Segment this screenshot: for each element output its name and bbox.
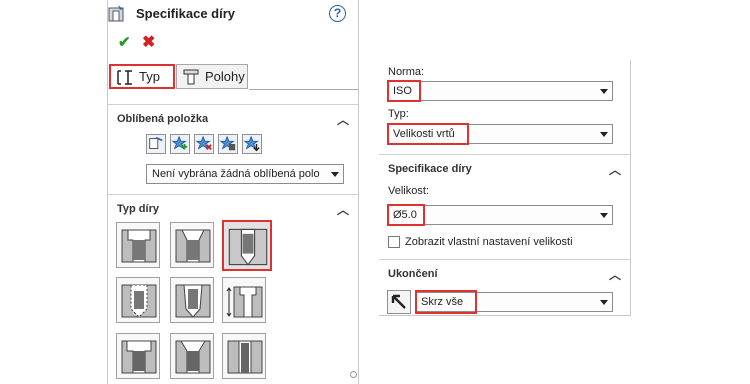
velikost-label: Velikost: <box>388 185 429 197</box>
reverse-direction-icon[interactable] <box>387 290 411 314</box>
chevron-down-icon <box>600 300 608 305</box>
hole-wizard-icon <box>108 5 124 22</box>
section-divider <box>108 194 358 195</box>
countersink-hole-button[interactable] <box>170 222 214 268</box>
remove-favorite-icon[interactable] <box>194 134 214 154</box>
slot-button[interactable] <box>222 333 266 379</box>
chevron-up-icon[interactable]: ︿ <box>609 266 621 283</box>
tab-typ[interactable]: Typ <box>109 64 175 89</box>
legacy-hole-button[interactable] <box>222 277 266 323</box>
typ-label: Typ: <box>388 108 409 120</box>
pipe-tap-hole-button[interactable] <box>170 277 214 323</box>
chevron-up-icon[interactable]: ︿ <box>337 111 349 128</box>
highlight-box <box>387 123 469 145</box>
help-icon[interactable]: ? <box>329 5 346 22</box>
add-favorite-icon[interactable] <box>170 134 190 154</box>
drill-hole-button[interactable] <box>222 220 272 271</box>
favorites-section-header[interactable]: Oblíbená položka ︿ <box>108 106 358 132</box>
end-condition-section-header[interactable]: Ukončení ︿ <box>379 261 630 287</box>
spec-header-label: Specifikace díry <box>388 163 472 175</box>
chevron-down-icon <box>600 213 608 218</box>
chevron-up-icon[interactable]: ︿ <box>609 161 621 178</box>
hole-type-section-header[interactable]: Typ díry ︿ <box>108 196 358 222</box>
hole-spec-settings-panel: Norma: ISO Typ: Velikosti vrtů Specifika… <box>379 60 631 316</box>
chevron-down-icon <box>600 132 608 137</box>
tab-polohy[interactable]: Polohy <box>176 64 248 89</box>
hole-wizard-panel: Specifikace díry ? ✔ ✖ Typ Polohy Oblíbe… <box>107 0 359 384</box>
scroll-grip-icon[interactable] <box>350 371 357 378</box>
section-divider <box>379 259 630 260</box>
tapped-hole-button[interactable] <box>116 277 160 323</box>
favorite-dropdown-value: Není vybrána žádná oblíbená polo <box>152 168 320 180</box>
apply-defaults-icon[interactable] <box>146 134 166 154</box>
end-header-label: Ukončení <box>388 268 438 280</box>
favorites-header-label: Oblíbená položka <box>117 113 209 125</box>
load-favorite-icon[interactable] <box>242 134 262 154</box>
highlight-box <box>387 204 425 226</box>
section-divider <box>379 154 630 155</box>
save-favorite-icon[interactable] <box>218 134 238 154</box>
counterbore-slot-button[interactable] <box>116 333 160 379</box>
spec-section-header[interactable]: Specifikace díry ︿ <box>379 156 630 182</box>
chevron-down-icon <box>331 172 339 177</box>
highlight-box <box>415 290 477 314</box>
hole-type-tab-icon <box>117 70 132 85</box>
positions-tab-icon <box>183 69 199 85</box>
custom-size-label: Zobrazit vlastní nastavení velikosti <box>405 236 573 248</box>
tab-typ-label: Typ <box>139 69 160 84</box>
tab-polohy-label: Polohy <box>205 69 245 84</box>
cancel-button[interactable]: ✖ <box>142 32 155 52</box>
countersink-slot-button[interactable] <box>170 333 214 379</box>
tab-divider <box>249 89 358 90</box>
custom-size-checkbox[interactable] <box>388 236 400 248</box>
norma-label: Norma: <box>388 66 425 78</box>
chevron-down-icon <box>600 89 608 94</box>
panel-title: Specifikace díry <box>136 6 235 21</box>
chevron-up-icon[interactable]: ︿ <box>337 201 349 218</box>
section-divider <box>108 104 358 105</box>
hole-type-header-label: Typ díry <box>117 203 159 215</box>
ok-button[interactable]: ✔ <box>118 33 131 51</box>
counterbore-hole-button[interactable] <box>116 222 160 268</box>
favorite-dropdown[interactable]: Není vybrána žádná oblíbená polo <box>146 164 344 184</box>
highlight-box <box>387 80 421 102</box>
